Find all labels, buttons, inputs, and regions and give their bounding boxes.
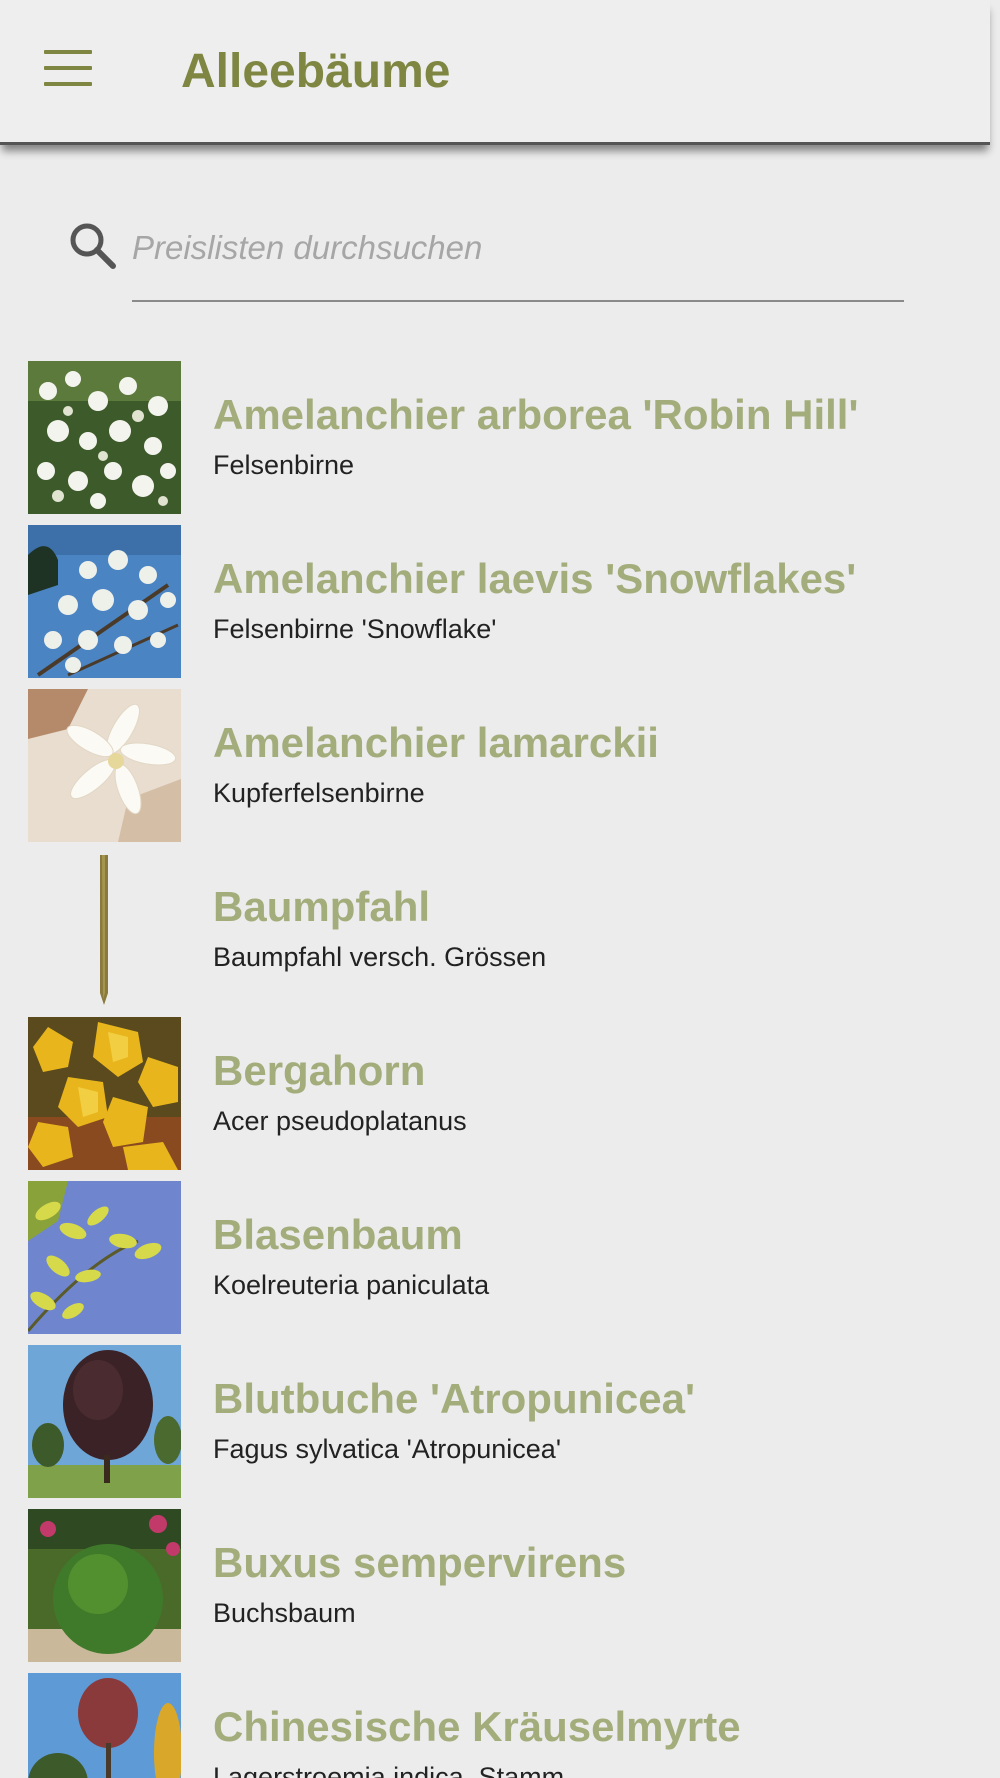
item-title: Amelanchier lamarckii xyxy=(213,719,659,766)
item-subtitle: Buchsbaum xyxy=(213,1598,356,1628)
app-bar: Alleebäume xyxy=(0,0,990,145)
item-title: Chinesische Kräuselmyrte xyxy=(213,1703,741,1750)
item-subtitle: Koelreuteria paniculata xyxy=(213,1270,490,1300)
item-subtitle: Felsenbirne xyxy=(213,450,355,480)
page-title: Alleebäume xyxy=(181,45,451,98)
list-item[interactable]: Amelanchier lamarckii Kupferfelsenbirne xyxy=(0,688,1000,852)
list-item[interactable]: Buxus sempervirens Buchsbaum xyxy=(0,1508,1000,1672)
app-screen: Alleebäume Preislisten durchsuchen Amela… xyxy=(0,0,1000,1778)
item-title: Amelanchier arborea 'Robin Hill' xyxy=(213,391,859,438)
white-blossom-sky-photo xyxy=(28,525,181,678)
wooden-stake-image xyxy=(28,853,181,1006)
boxwood-shrub-photo xyxy=(28,1509,181,1662)
item-title: Blutbuche 'Atropunicea' xyxy=(213,1375,695,1422)
list-item[interactable]: Chinesische Kräuselmyrte Lagerstroemia i… xyxy=(0,1672,1000,1778)
item-title: Amelanchier laevis 'Snowflakes' xyxy=(213,555,857,602)
list-item[interactable]: Bergahorn Acer pseudoplatanus xyxy=(0,1016,1000,1180)
yellow-leaves-sky-photo xyxy=(28,1181,181,1334)
item-title: Buxus sempervirens xyxy=(213,1539,627,1586)
hamburger-menu-icon[interactable] xyxy=(44,50,92,86)
item-title: Blasenbaum xyxy=(213,1211,463,1258)
copper-beech-tree-photo xyxy=(28,1345,181,1498)
list-item[interactable]: Amelanchier arborea 'Robin Hill' Felsenb… xyxy=(0,360,1000,524)
item-subtitle: Felsenbirne 'Snowflake' xyxy=(213,614,497,644)
list-item[interactable]: Blutbuche 'Atropunicea' Fagus sylvatica … xyxy=(0,1344,1000,1508)
list-item[interactable]: Baumpfahl Baumpfahl versch. Grössen xyxy=(0,852,1000,1016)
search-input[interactable] xyxy=(132,218,892,278)
white-blossom-photo xyxy=(28,361,181,514)
list-item[interactable]: Amelanchier laevis 'Snowflakes' Felsenbi… xyxy=(0,524,1000,688)
search-bar xyxy=(60,208,910,304)
search-icon[interactable] xyxy=(66,219,120,273)
price-list: Amelanchier arborea 'Robin Hill' Felsenb… xyxy=(0,360,1000,1778)
list-item[interactable]: Blasenbaum Koelreuteria paniculata xyxy=(0,1180,1000,1344)
item-title: Baumpfahl xyxy=(213,883,431,930)
item-subtitle: Lagerstroemia indica, Stamm xyxy=(213,1762,565,1778)
item-subtitle: Acer pseudoplatanus xyxy=(213,1106,467,1136)
search-underline xyxy=(132,300,904,302)
item-subtitle: Kupferfelsenbirne xyxy=(213,778,425,808)
item-title: Bergahorn xyxy=(213,1047,426,1094)
blossom-closeup-photo xyxy=(28,689,181,842)
crape-myrtle-tree-photo xyxy=(28,1673,181,1778)
yellow-maple-leaves-photo xyxy=(28,1017,181,1170)
item-subtitle: Baumpfahl versch. Grössen xyxy=(213,942,547,972)
item-subtitle: Fagus sylvatica 'Atropunicea' xyxy=(213,1434,561,1464)
